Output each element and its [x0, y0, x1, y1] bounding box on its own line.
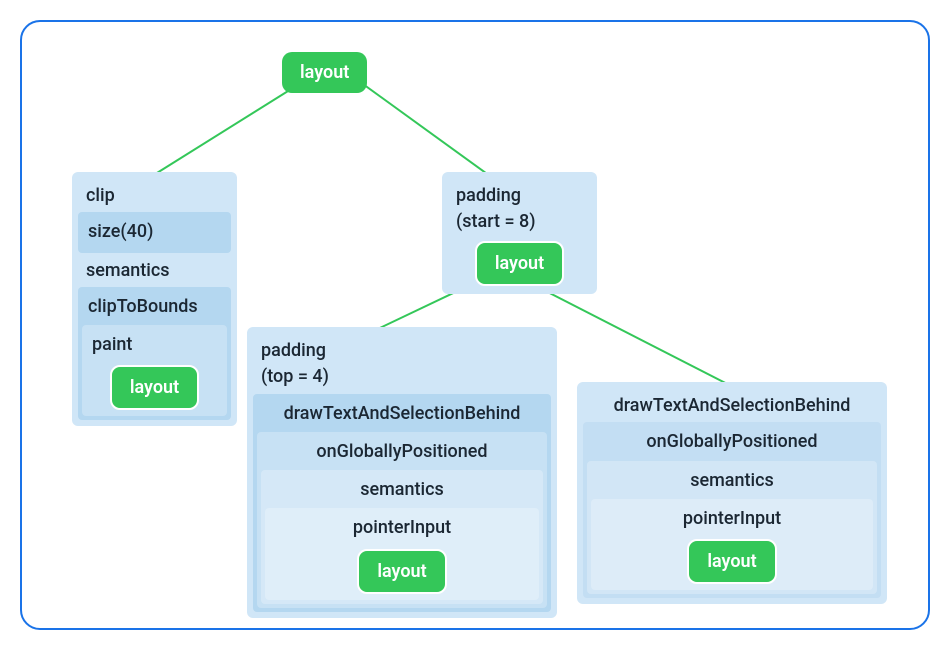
padding-start-label-1: padding	[448, 178, 591, 210]
size-label: size(40)	[82, 216, 227, 248]
root-layout-label: layout	[300, 62, 349, 83]
padding-start-label-2: (start = 8)	[448, 210, 591, 236]
globally-positioned-right: onGloballyPositioned	[587, 426, 877, 458]
padding-start-box: padding (start = 8) layout	[442, 172, 597, 294]
right-layout-chip: layout	[475, 241, 564, 286]
clip-box: clip size(40) semantics clipToBounds pai…	[72, 172, 237, 426]
padding-top-box: padding (top = 4) drawTextAndSelectionBe…	[247, 327, 557, 618]
draw-text-box: drawTextAndSelectionBehind onGloballyPos…	[577, 382, 887, 604]
padding-top-label-2: (top = 4)	[253, 365, 551, 391]
child-right-layout-chip: layout	[687, 539, 776, 584]
clip-label: clip	[78, 178, 231, 210]
pointer-input-right: pointerInput	[595, 503, 869, 535]
draw-text-right: drawTextAndSelectionBehind	[583, 388, 881, 420]
root-layout-node: layout	[282, 52, 367, 93]
semantics-label-left: semantics	[78, 253, 231, 285]
semantics-left: semantics	[265, 474, 539, 506]
pointer-input-left: pointerInput	[269, 512, 535, 544]
padding-top-label-1: padding	[253, 333, 551, 365]
diagram-frame: layout clip size(40) semantics clipToBou…	[20, 20, 930, 630]
paint-label: paint	[86, 329, 223, 361]
semantics-right: semantics	[591, 465, 873, 497]
clip-to-bounds-label: clipToBounds	[82, 291, 227, 323]
left-layout-chip: layout	[110, 365, 199, 410]
child-left-layout-chip: layout	[357, 549, 446, 594]
globally-positioned-left: onGloballyPositioned	[261, 436, 543, 468]
draw-text-left: drawTextAndSelectionBehind	[257, 398, 547, 430]
